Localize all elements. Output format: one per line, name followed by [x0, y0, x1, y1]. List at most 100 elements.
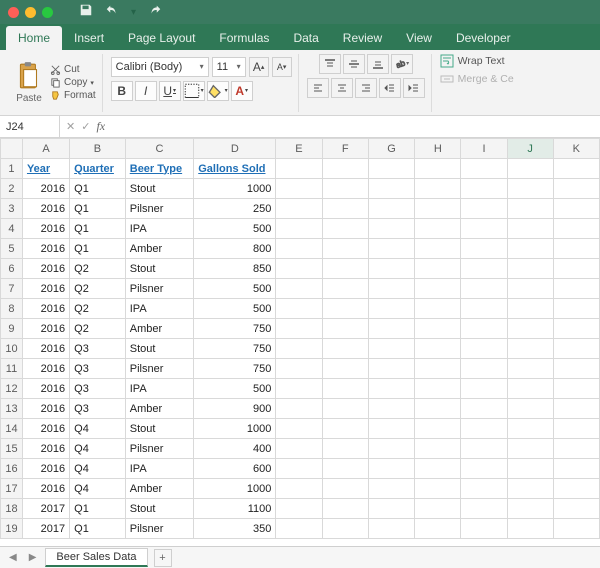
- cell-H11[interactable]: [415, 359, 461, 379]
- cell-K9[interactable]: [553, 319, 599, 339]
- cell-K11[interactable]: [553, 359, 599, 379]
- cell-A6[interactable]: 2016: [22, 259, 69, 279]
- cell-D7[interactable]: 500: [194, 279, 276, 299]
- row-header-19[interactable]: 19: [1, 519, 23, 539]
- cell-B9[interactable]: Q2: [70, 319, 126, 339]
- cell-E18[interactable]: [276, 499, 322, 519]
- cell-C16[interactable]: IPA: [125, 459, 194, 479]
- cell-F9[interactable]: [322, 319, 368, 339]
- cell-I2[interactable]: [461, 179, 507, 199]
- cell-E15[interactable]: [276, 439, 322, 459]
- cell-D15[interactable]: 400: [194, 439, 276, 459]
- cell-G12[interactable]: [368, 379, 414, 399]
- cell-K4[interactable]: [553, 219, 599, 239]
- cell-I15[interactable]: [461, 439, 507, 459]
- cell-B17[interactable]: Q4: [70, 479, 126, 499]
- cell-B3[interactable]: Q1: [70, 199, 126, 219]
- cell-B5[interactable]: Q1: [70, 239, 126, 259]
- cell-C12[interactable]: IPA: [125, 379, 194, 399]
- cell-B2[interactable]: Q1: [70, 179, 126, 199]
- cell-I1[interactable]: [461, 159, 507, 179]
- cell-D8[interactable]: 500: [194, 299, 276, 319]
- cell-A10[interactable]: 2016: [22, 339, 69, 359]
- cell-H1[interactable]: [415, 159, 461, 179]
- cell-D9[interactable]: 750: [194, 319, 276, 339]
- cell-I4[interactable]: [461, 219, 507, 239]
- cell-E2[interactable]: [276, 179, 322, 199]
- cell-I19[interactable]: [461, 519, 507, 539]
- cell-D10[interactable]: 750: [194, 339, 276, 359]
- cell-J3[interactable]: [507, 199, 553, 219]
- cell-J2[interactable]: [507, 179, 553, 199]
- sheet-tab-active[interactable]: Beer Sales Data: [45, 548, 147, 567]
- cell-J8[interactable]: [507, 299, 553, 319]
- cell-D14[interactable]: 1000: [194, 419, 276, 439]
- cell-K7[interactable]: [553, 279, 599, 299]
- cell-I5[interactable]: [461, 239, 507, 259]
- cell-I11[interactable]: [461, 359, 507, 379]
- cell-J1[interactable]: [507, 159, 553, 179]
- cell-E4[interactable]: [276, 219, 322, 239]
- cell-C2[interactable]: Stout: [125, 179, 194, 199]
- cut-button[interactable]: Cut: [50, 64, 96, 75]
- cell-A11[interactable]: 2016: [22, 359, 69, 379]
- cell-A12[interactable]: 2016: [22, 379, 69, 399]
- decrease-font-button[interactable]: A▾: [272, 57, 292, 77]
- cell-C6[interactable]: Stout: [125, 259, 194, 279]
- cell-I17[interactable]: [461, 479, 507, 499]
- cell-J17[interactable]: [507, 479, 553, 499]
- cell-A15[interactable]: 2016: [22, 439, 69, 459]
- cell-A5[interactable]: 2016: [22, 239, 69, 259]
- cell-H19[interactable]: [415, 519, 461, 539]
- row-header-12[interactable]: 12: [1, 379, 23, 399]
- cell-D2[interactable]: 1000: [194, 179, 276, 199]
- cell-A14[interactable]: 2016: [22, 419, 69, 439]
- font-name-select[interactable]: Calibri (Body)▾: [111, 57, 209, 77]
- cell-G13[interactable]: [368, 399, 414, 419]
- cell-B6[interactable]: Q2: [70, 259, 126, 279]
- cell-H15[interactable]: [415, 439, 461, 459]
- cell-J11[interactable]: [507, 359, 553, 379]
- cell-G15[interactable]: [368, 439, 414, 459]
- sheet-next-button[interactable]: ▶: [26, 552, 40, 563]
- bold-button[interactable]: B: [111, 81, 133, 101]
- align-bottom-button[interactable]: [367, 54, 389, 74]
- cell-J5[interactable]: [507, 239, 553, 259]
- cell-D13[interactable]: 900: [194, 399, 276, 419]
- cell-I9[interactable]: [461, 319, 507, 339]
- cell-A4[interactable]: 2016: [22, 219, 69, 239]
- row-header-9[interactable]: 9: [1, 319, 23, 339]
- cell-B15[interactable]: Q4: [70, 439, 126, 459]
- cell-A13[interactable]: 2016: [22, 399, 69, 419]
- cell-J19[interactable]: [507, 519, 553, 539]
- font-size-select[interactable]: 11▾: [212, 57, 246, 77]
- italic-button[interactable]: I: [135, 81, 157, 101]
- row-header-13[interactable]: 13: [1, 399, 23, 419]
- cell-H13[interactable]: [415, 399, 461, 419]
- cell-F10[interactable]: [322, 339, 368, 359]
- cell-G4[interactable]: [368, 219, 414, 239]
- cell-G3[interactable]: [368, 199, 414, 219]
- cell-H18[interactable]: [415, 499, 461, 519]
- name-box[interactable]: J24: [0, 116, 60, 137]
- column-header-D[interactable]: D: [194, 139, 276, 159]
- cell-A8[interactable]: 2016: [22, 299, 69, 319]
- row-header-11[interactable]: 11: [1, 359, 23, 379]
- cell-G2[interactable]: [368, 179, 414, 199]
- format-painter-button[interactable]: Format: [50, 90, 96, 101]
- cell-G17[interactable]: [368, 479, 414, 499]
- cell-C19[interactable]: Pilsner: [125, 519, 194, 539]
- cell-E10[interactable]: [276, 339, 322, 359]
- cell-I12[interactable]: [461, 379, 507, 399]
- cell-D11[interactable]: 750: [194, 359, 276, 379]
- row-header-1[interactable]: 1: [1, 159, 23, 179]
- cell-C14[interactable]: Stout: [125, 419, 194, 439]
- add-sheet-button[interactable]: +: [154, 549, 172, 567]
- cell-G1[interactable]: [368, 159, 414, 179]
- cell-J9[interactable]: [507, 319, 553, 339]
- cell-G18[interactable]: [368, 499, 414, 519]
- cell-D1[interactable]: Gallons Sold: [194, 159, 276, 179]
- cell-H17[interactable]: [415, 479, 461, 499]
- column-header-E[interactable]: E: [276, 139, 322, 159]
- cell-B10[interactable]: Q3: [70, 339, 126, 359]
